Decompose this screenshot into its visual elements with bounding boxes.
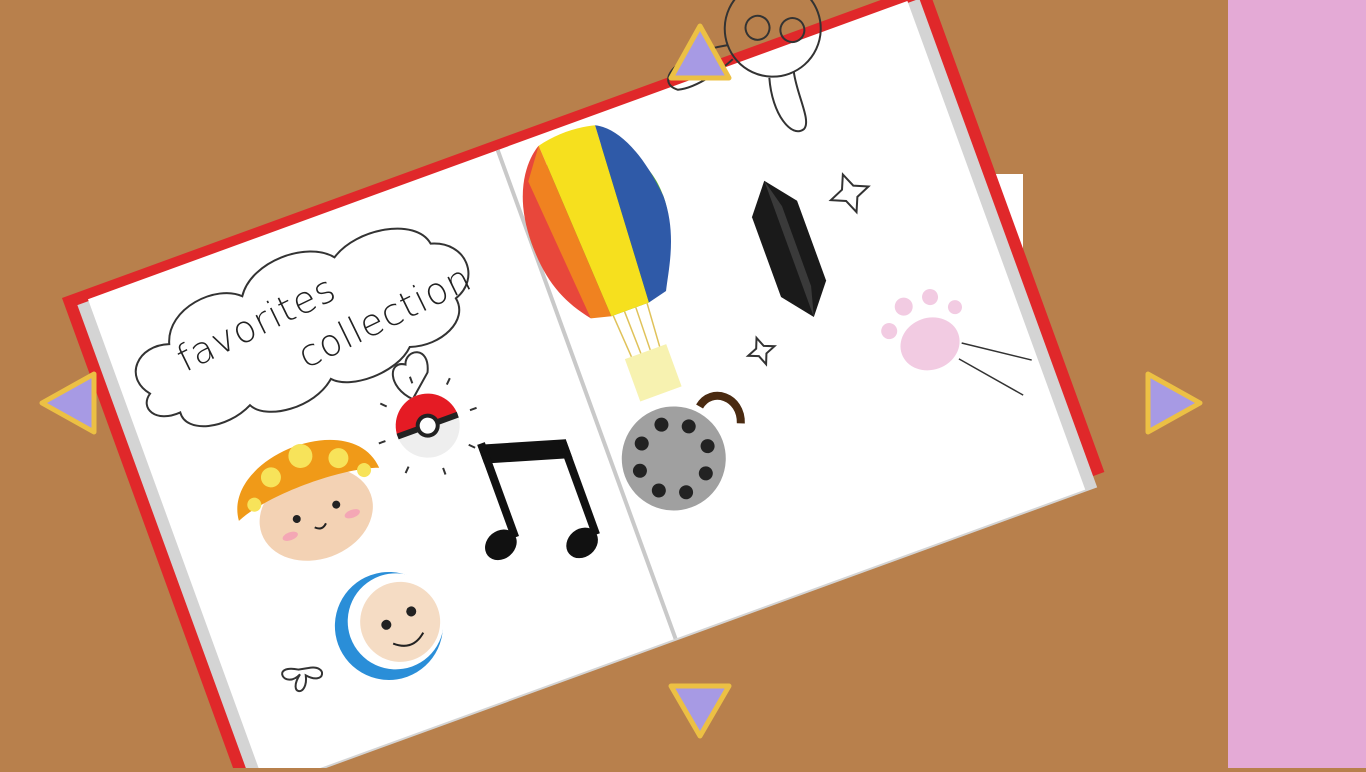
- arrow-left-icon[interactable]: [36, 368, 106, 438]
- sticker-book: favorites collection: [62, 0, 1105, 772]
- arrow-down-icon[interactable]: [665, 678, 735, 748]
- arrow-up-icon[interactable]: [665, 20, 735, 90]
- arrow-right-icon[interactable]: [1136, 368, 1206, 438]
- side-panel: [1228, 0, 1366, 768]
